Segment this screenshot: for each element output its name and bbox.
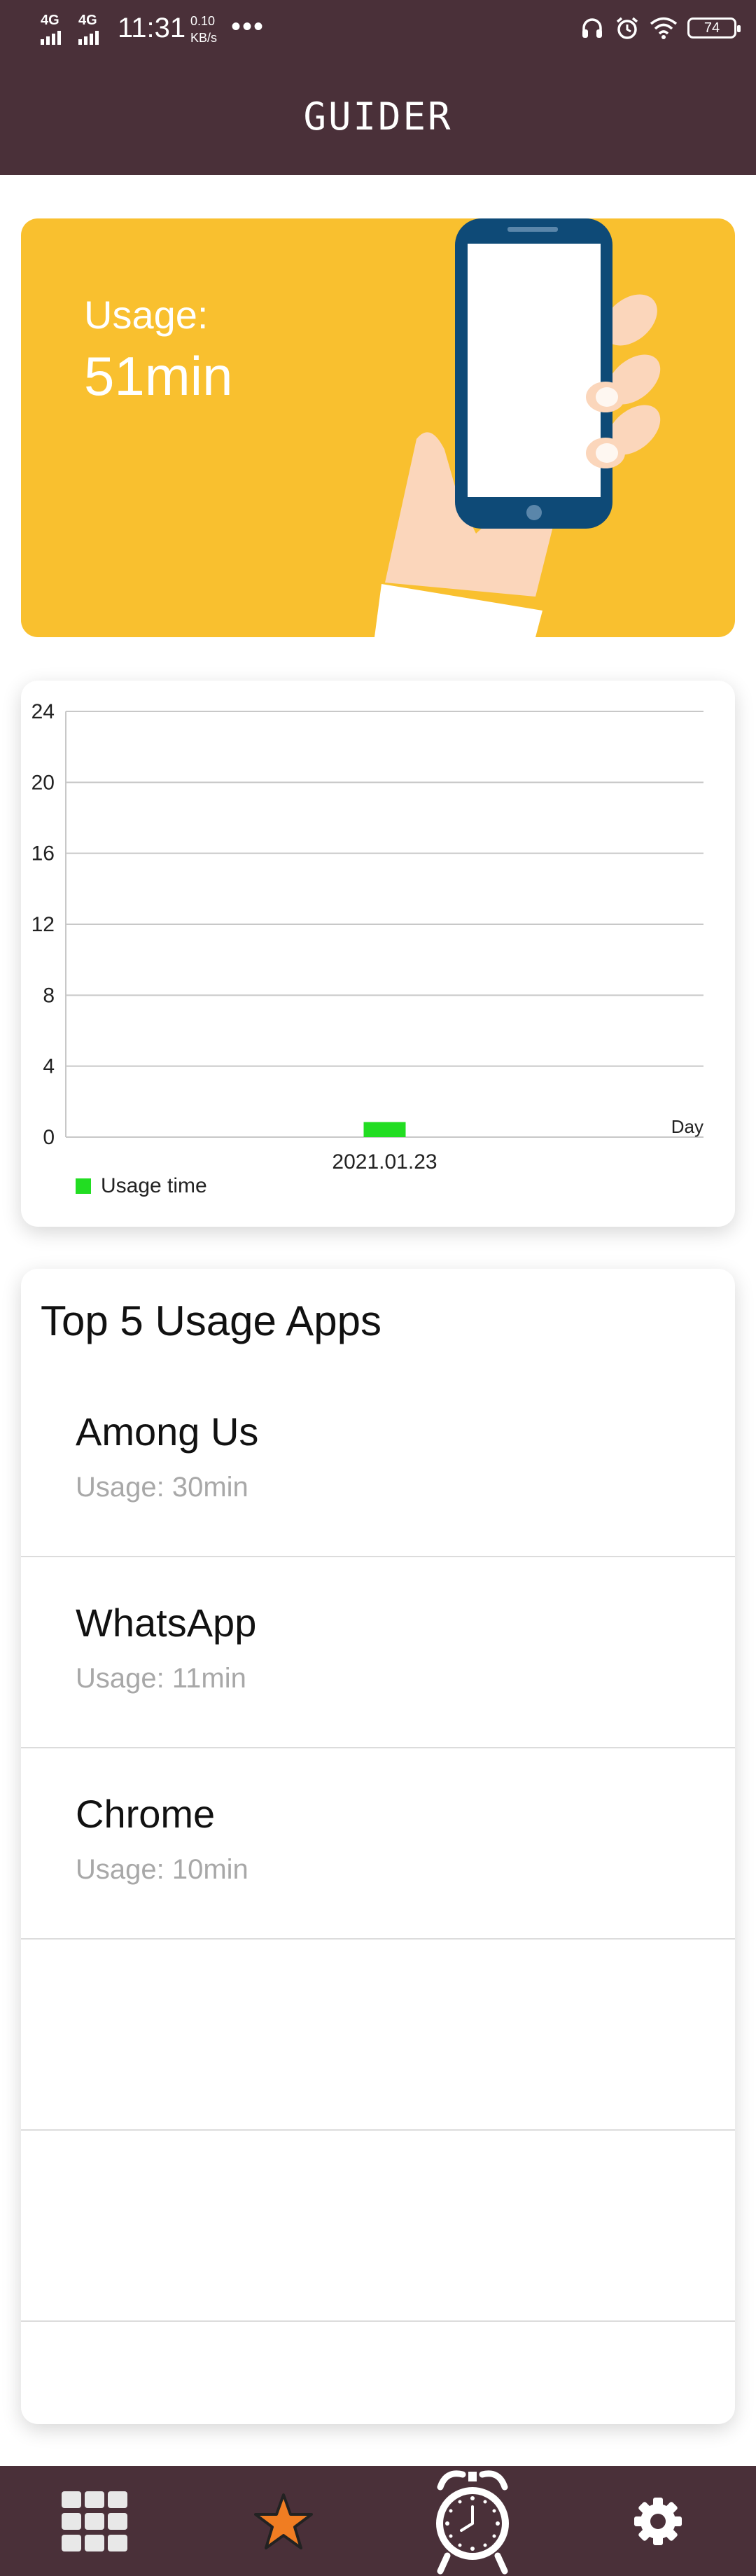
chart-legend: Usage time (76, 1174, 207, 1198)
app-name: Chrome (76, 1792, 216, 1836)
star-icon (254, 2493, 313, 2549)
status-time: 11:31 (118, 13, 186, 43)
app-usage: Usage: 11min (76, 1663, 246, 1694)
app-list-item[interactable]: Chrome Usage: 10min (21, 1749, 735, 1940)
legend-swatch (76, 1178, 91, 1194)
alarm-clock-icon (436, 2470, 509, 2575)
top-apps-card: Top 5 Usage Apps Among Us Usage: 30min W… (21, 1269, 735, 2424)
wifi-icon (650, 17, 678, 39)
app-name: WhatsApp (76, 1601, 257, 1645)
usage-summary-card: Usage: 51min (21, 218, 735, 637)
alarm-icon (616, 17, 638, 39)
top-bar: 4G 4G 11:31 0.10 KB/s ••• 74 GUIDER (0, 0, 756, 175)
signal-bars-icon (41, 29, 63, 45)
top-apps-title: Top 5 Usage Apps (41, 1297, 382, 1344)
signal-bars-icon (78, 29, 101, 45)
legend-label: Usage time (101, 1174, 207, 1197)
y-tick-label: 12 (31, 913, 55, 936)
y-tick-label: 24 (31, 700, 55, 723)
nav-alarm[interactable] (416, 2466, 528, 2576)
app-usage: Usage: 30min (76, 1472, 248, 1503)
app-list-item[interactable] (21, 2131, 735, 2322)
grid-icon (62, 2491, 127, 2551)
more-notifications: ••• (231, 11, 265, 42)
app-list-item[interactable]: WhatsApp Usage: 11min (21, 1558, 735, 1748)
y-tick-label: 16 (31, 842, 55, 865)
network-type-2: 4G (78, 13, 97, 28)
speed-value: 0.10 (190, 14, 216, 28)
app-title: GUIDER (303, 95, 453, 139)
nav-apps[interactable] (42, 2466, 147, 2576)
usage-bar-chart: 0 4 8 12 16 20 24 2021.01.23 Day (31, 700, 704, 1171)
hand-holding-phone-illustration (374, 218, 661, 637)
app-name: Among Us (76, 1409, 259, 1454)
usage-label: Usage: (84, 293, 209, 337)
nav-settings[interactable] (606, 2466, 710, 2576)
nav-favorites[interactable] (231, 2466, 336, 2576)
y-tick-label: 8 (43, 984, 55, 1007)
signal-indicator-1: 4G (41, 13, 63, 45)
chart-bar (363, 1122, 406, 1137)
headphones-icon (582, 18, 602, 38)
app-list-item[interactable] (21, 1940, 735, 2131)
y-tick-label: 0 (43, 1126, 55, 1149)
speed-unit: KB/s (190, 31, 218, 45)
x-axis-label: Day (671, 1116, 704, 1137)
usage-value: 51min (84, 345, 233, 407)
network-type-1: 4G (41, 13, 59, 28)
status-icons: 74 (580, 15, 741, 41)
battery-indicator: 74 (687, 18, 741, 39)
app-list-item[interactable]: Among Us Usage: 30min (21, 1367, 735, 1557)
signal-indicator-2: 4G (78, 13, 101, 45)
status-bar: 4G 4G 11:31 0.10 KB/s ••• 74 (0, 0, 756, 60)
y-tick-label: 20 (31, 771, 55, 794)
usage-chart-card: 0 4 8 12 16 20 24 2021.01.23 Day Usage time (21, 681, 735, 1227)
y-tick-label: 4 (43, 1055, 55, 1078)
x-tick-label: 2021.01.23 (332, 1150, 437, 1171)
bottom-navigation (0, 2466, 756, 2576)
gear-icon (634, 2497, 682, 2545)
app-usage: Usage: 10min (76, 1854, 248, 1885)
network-speed: 0.10 KB/s (190, 13, 217, 46)
